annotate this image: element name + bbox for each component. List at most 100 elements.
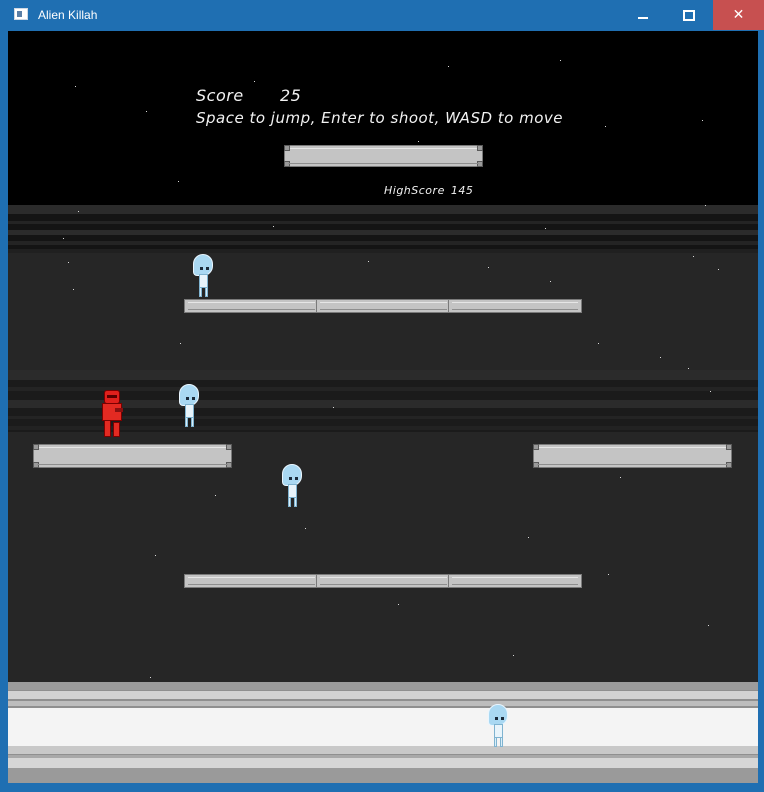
upper-stripe-band	[8, 205, 758, 253]
player-visor	[107, 395, 117, 398]
star	[418, 141, 419, 142]
stripe	[8, 230, 758, 235]
star	[254, 81, 255, 82]
floor-band	[8, 691, 758, 699]
close-icon: ✕	[732, 7, 745, 23]
alien-body	[185, 404, 194, 418]
game-canvas[interactable]: Score 25 Space to jump, Enter to shoot, …	[8, 31, 758, 783]
left-ledge-platform	[33, 444, 232, 468]
alien-eye	[206, 267, 209, 270]
star	[75, 86, 76, 87]
platform-bolt	[226, 462, 232, 468]
alien-eye	[295, 477, 298, 480]
floor-band	[8, 746, 758, 754]
upper-platform-segment	[184, 299, 319, 313]
alien-leg	[199, 287, 202, 297]
star	[545, 228, 546, 229]
app-icon	[14, 8, 28, 20]
platform-bolt	[533, 444, 539, 450]
stripe	[8, 221, 758, 224]
star	[705, 205, 706, 206]
floor-band	[8, 708, 758, 746]
game-window: Alien Killah ✕ Score 25 Space to jump, E…	[0, 0, 764, 792]
top-platform	[284, 145, 483, 167]
star	[73, 289, 74, 290]
score-value: 25	[280, 86, 302, 105]
player-body	[102, 403, 122, 421]
star	[693, 256, 694, 257]
lower-platform-segment	[448, 574, 582, 588]
star	[178, 181, 179, 182]
floor-band	[8, 682, 758, 690]
window-title: Alien Killah	[38, 8, 98, 22]
platform-bolt	[477, 161, 483, 167]
star	[605, 126, 606, 127]
alien-leg	[500, 737, 503, 747]
alien-leg	[294, 497, 297, 507]
alien-head	[179, 384, 199, 406]
platform-bolt	[33, 462, 39, 468]
floor-band	[8, 768, 758, 783]
star	[550, 281, 551, 282]
star	[305, 528, 306, 529]
alien-body	[288, 484, 297, 498]
lower-zone	[8, 432, 758, 682]
star	[155, 555, 156, 556]
stripe	[8, 241, 758, 245]
star	[150, 677, 151, 678]
alien-enemy	[191, 254, 215, 298]
platform-bolt	[33, 444, 39, 450]
platform-bolt	[726, 462, 732, 468]
star	[702, 120, 703, 121]
floor-band	[8, 701, 758, 706]
close-button[interactable]: ✕	[713, 0, 764, 30]
alien-leg	[205, 287, 208, 297]
upper-platform-segment	[316, 299, 451, 313]
title-bar[interactable]: Alien Killah ✕	[0, 0, 764, 31]
alien-enemy	[486, 704, 510, 748]
alien-eye	[495, 717, 498, 720]
star	[146, 111, 147, 112]
player-leg	[113, 422, 120, 437]
alien-leg	[191, 417, 194, 427]
star	[660, 357, 661, 358]
minimize-icon	[638, 17, 648, 19]
star	[608, 574, 609, 575]
highscore-display: HighScore 145	[384, 184, 479, 197]
alien-head	[488, 704, 508, 726]
maximize-icon	[683, 9, 695, 21]
star	[273, 226, 274, 227]
maximize-button[interactable]	[666, 0, 712, 30]
stripe	[8, 205, 758, 214]
alien-body	[494, 724, 503, 738]
platform-bolt	[284, 161, 290, 167]
star	[620, 477, 621, 478]
star	[708, 625, 709, 626]
star	[710, 391, 711, 392]
alien-eye	[501, 717, 504, 720]
star	[718, 269, 719, 270]
star	[488, 267, 489, 268]
player-leg	[104, 420, 111, 437]
minimize-button[interactable]	[620, 0, 666, 30]
alien-body	[199, 274, 208, 288]
star	[63, 238, 64, 239]
platform-bolt	[726, 444, 732, 450]
lower-platform-segment	[316, 574, 451, 588]
player-character	[101, 390, 123, 438]
alien-leg	[494, 737, 497, 747]
alien-eye	[192, 397, 195, 400]
instructions-text: Space to jump, Enter to shoot, WASD to m…	[196, 109, 564, 127]
alien-head	[193, 254, 213, 276]
star	[368, 261, 369, 262]
score-label: Score	[196, 86, 244, 105]
alien-head	[282, 464, 302, 486]
alien-eye	[200, 267, 203, 270]
star	[215, 495, 216, 496]
floor-band	[8, 758, 758, 768]
star	[528, 537, 529, 538]
star	[333, 407, 334, 408]
star	[398, 604, 399, 605]
ground-floor	[8, 682, 758, 783]
platform-bolt	[284, 145, 290, 151]
